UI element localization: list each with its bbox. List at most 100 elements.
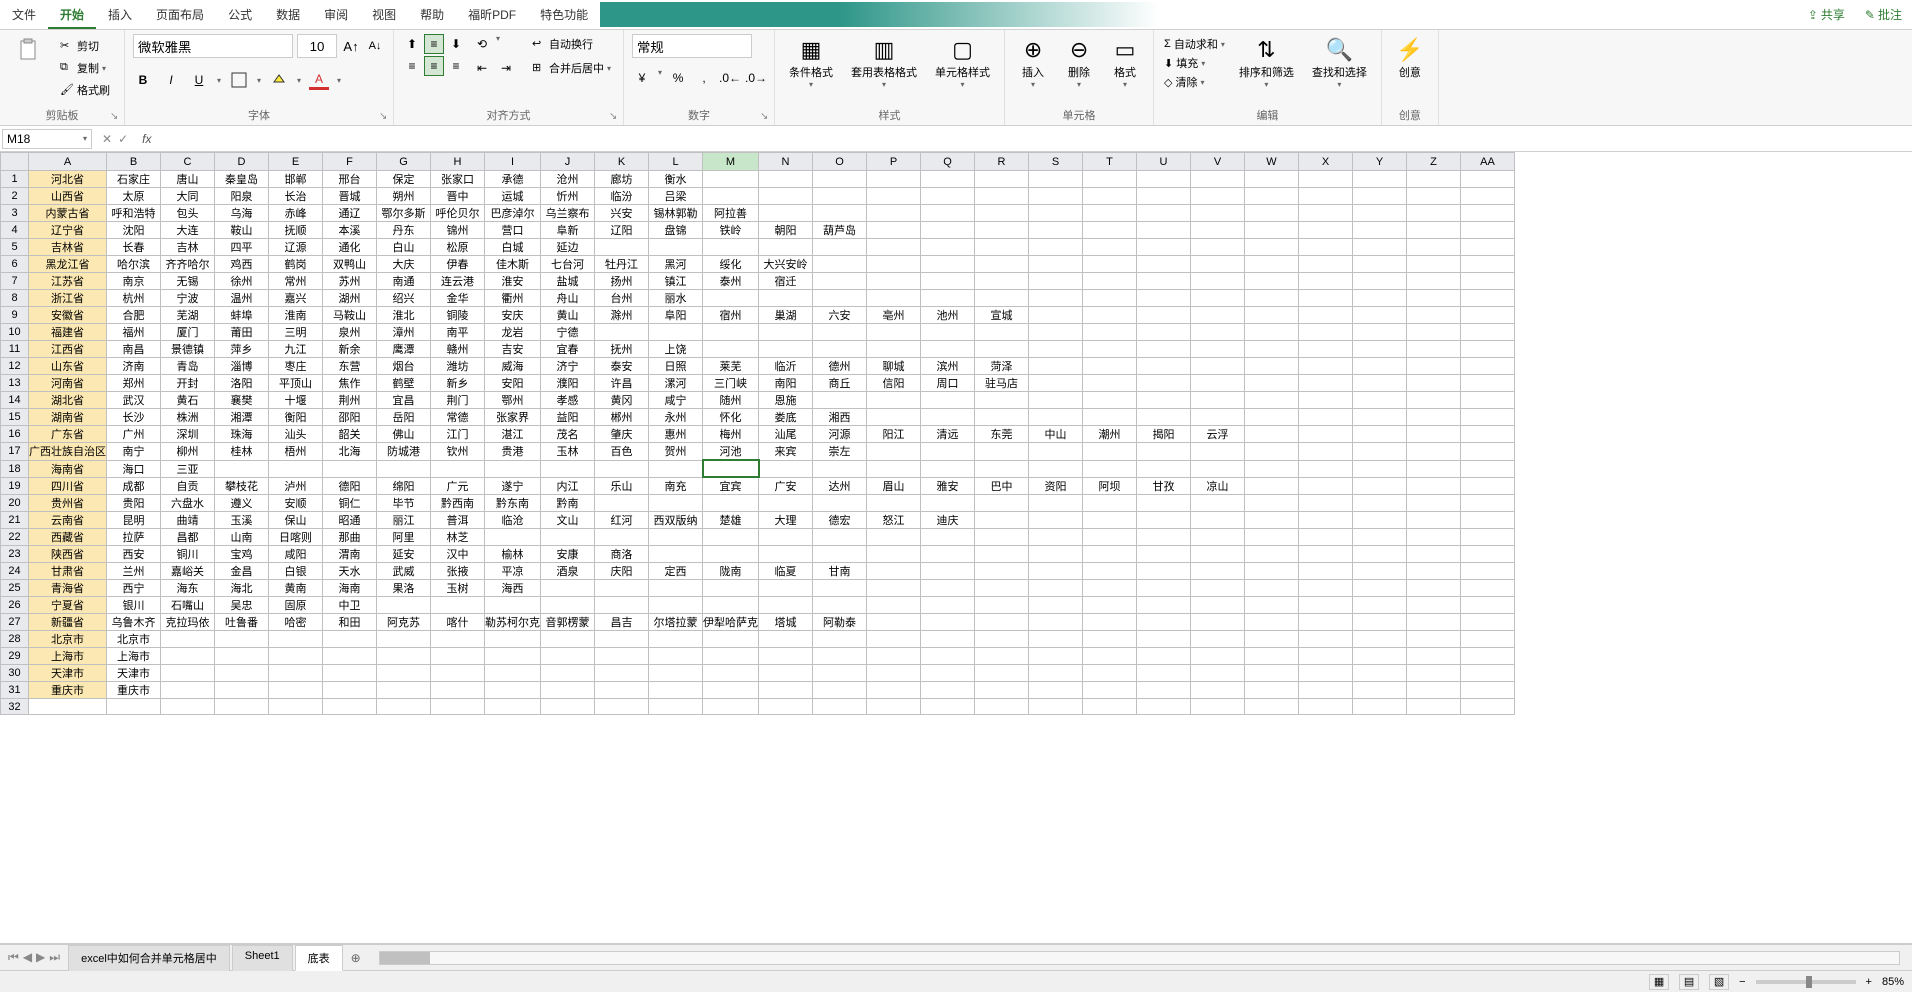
cell[interactable] [377, 648, 431, 665]
cell[interactable]: 天水 [323, 563, 377, 580]
cell[interactable] [703, 171, 759, 188]
cell[interactable]: 抚顺 [269, 222, 323, 239]
delete-cells-button[interactable]: ⊖ 删除▾ [1059, 34, 1099, 91]
cell[interactable] [1245, 546, 1299, 563]
cell[interactable]: 鹤岗 [269, 256, 323, 273]
cell[interactable] [1299, 648, 1353, 665]
cell[interactable] [1191, 290, 1245, 307]
menu-开始[interactable]: 开始 [48, 0, 96, 29]
cell[interactable] [867, 614, 921, 631]
cell[interactable]: 海西 [485, 580, 541, 597]
cell[interactable] [867, 188, 921, 205]
cell[interactable]: 营口 [485, 222, 541, 239]
cell[interactable] [1245, 341, 1299, 358]
insert-cells-button[interactable]: ⊕ 插入▾ [1013, 34, 1053, 91]
cell[interactable]: 阿克苏 [377, 614, 431, 631]
menu-公式[interactable]: 公式 [216, 0, 264, 29]
cell[interactable] [921, 665, 975, 682]
cell[interactable] [975, 188, 1029, 205]
cell[interactable]: 黔南 [541, 495, 595, 512]
cell[interactable] [1191, 580, 1245, 597]
cell[interactable]: 黑河 [649, 256, 703, 273]
cell[interactable] [649, 460, 703, 477]
cell[interactable]: 黄冈 [595, 392, 649, 409]
cell[interactable] [975, 409, 1029, 426]
cell[interactable]: 景德镇 [161, 341, 215, 358]
cell[interactable] [1461, 614, 1515, 631]
cell[interactable] [921, 222, 975, 239]
cell[interactable] [1083, 563, 1137, 580]
cell[interactable] [975, 460, 1029, 477]
cell[interactable] [1191, 188, 1245, 205]
cell[interactable]: 梧州 [269, 443, 323, 461]
cell[interactable] [867, 665, 921, 682]
cell[interactable] [1353, 358, 1407, 375]
cell[interactable] [1299, 205, 1353, 222]
column-header-U[interactable]: U [1137, 153, 1191, 171]
cell[interactable]: 延边 [541, 239, 595, 256]
cell[interactable] [1353, 631, 1407, 648]
cell[interactable]: 襄樊 [215, 392, 269, 409]
cell[interactable]: 杭州 [107, 290, 161, 307]
cell[interactable] [1029, 512, 1083, 529]
cell[interactable] [1245, 290, 1299, 307]
cell[interactable]: 淮南 [269, 307, 323, 324]
cell[interactable]: 衡水 [649, 171, 703, 188]
cell[interactable] [975, 614, 1029, 631]
cell[interactable] [1407, 341, 1461, 358]
cell[interactable] [323, 631, 377, 648]
cell[interactable] [975, 171, 1029, 188]
cell[interactable] [1029, 256, 1083, 273]
cell[interactable]: 舟山 [541, 290, 595, 307]
cell[interactable] [1029, 495, 1083, 512]
cell[interactable]: 揭阳 [1137, 426, 1191, 443]
cell[interactable]: 白银 [269, 563, 323, 580]
cell[interactable]: 北京市 [107, 631, 161, 648]
fill-button[interactable]: ⬇填充▾ [1164, 55, 1225, 71]
cell[interactable]: 普洱 [431, 512, 485, 529]
cell[interactable]: 巴彦淖尔 [485, 205, 541, 222]
cell[interactable]: 荆门 [431, 392, 485, 409]
zoom-in-button[interactable]: + [1866, 976, 1872, 988]
cell[interactable] [323, 648, 377, 665]
cell[interactable]: 莱芜 [703, 358, 759, 375]
cell[interactable] [1353, 205, 1407, 222]
cell[interactable] [759, 205, 813, 222]
cell[interactable] [541, 682, 595, 699]
cell[interactable]: 黄南 [269, 580, 323, 597]
cell[interactable] [431, 699, 485, 715]
cell[interactable] [1083, 648, 1137, 665]
cell[interactable]: 红河 [595, 512, 649, 529]
cell[interactable] [1245, 205, 1299, 222]
cell[interactable]: 黄山 [541, 307, 595, 324]
column-header-I[interactable]: I [485, 153, 541, 171]
cell[interactable] [1461, 324, 1515, 341]
sheet-tab-Sheet1[interactable]: Sheet1 [232, 945, 293, 971]
column-header-Y[interactable]: Y [1353, 153, 1407, 171]
cell[interactable] [595, 239, 649, 256]
cell[interactable]: 邢台 [323, 171, 377, 188]
cell[interactable] [1137, 324, 1191, 341]
row-header-12[interactable]: 12 [1, 358, 29, 375]
cell[interactable] [1029, 409, 1083, 426]
cell[interactable] [1191, 324, 1245, 341]
tab-nav-prev[interactable]: ◀ [23, 950, 32, 965]
cell[interactable] [975, 665, 1029, 682]
row-header-21[interactable]: 21 [1, 512, 29, 529]
cell[interactable]: 七台河 [541, 256, 595, 273]
cell[interactable]: 海南 [323, 580, 377, 597]
cell[interactable] [1083, 682, 1137, 699]
row-header-17[interactable]: 17 [1, 443, 29, 461]
cell[interactable]: 渭南 [323, 546, 377, 563]
cell[interactable] [541, 597, 595, 614]
cell[interactable] [975, 273, 1029, 290]
cell[interactable]: 许昌 [595, 375, 649, 392]
cell[interactable] [1299, 546, 1353, 563]
cell[interactable]: 新疆省 [29, 614, 107, 631]
cell[interactable]: 鹰潭 [377, 341, 431, 358]
cell[interactable] [1191, 495, 1245, 512]
cell[interactable] [921, 631, 975, 648]
cell[interactable]: 河池 [703, 443, 759, 461]
zoom-level[interactable]: 85% [1882, 976, 1904, 988]
cell[interactable] [1083, 307, 1137, 324]
